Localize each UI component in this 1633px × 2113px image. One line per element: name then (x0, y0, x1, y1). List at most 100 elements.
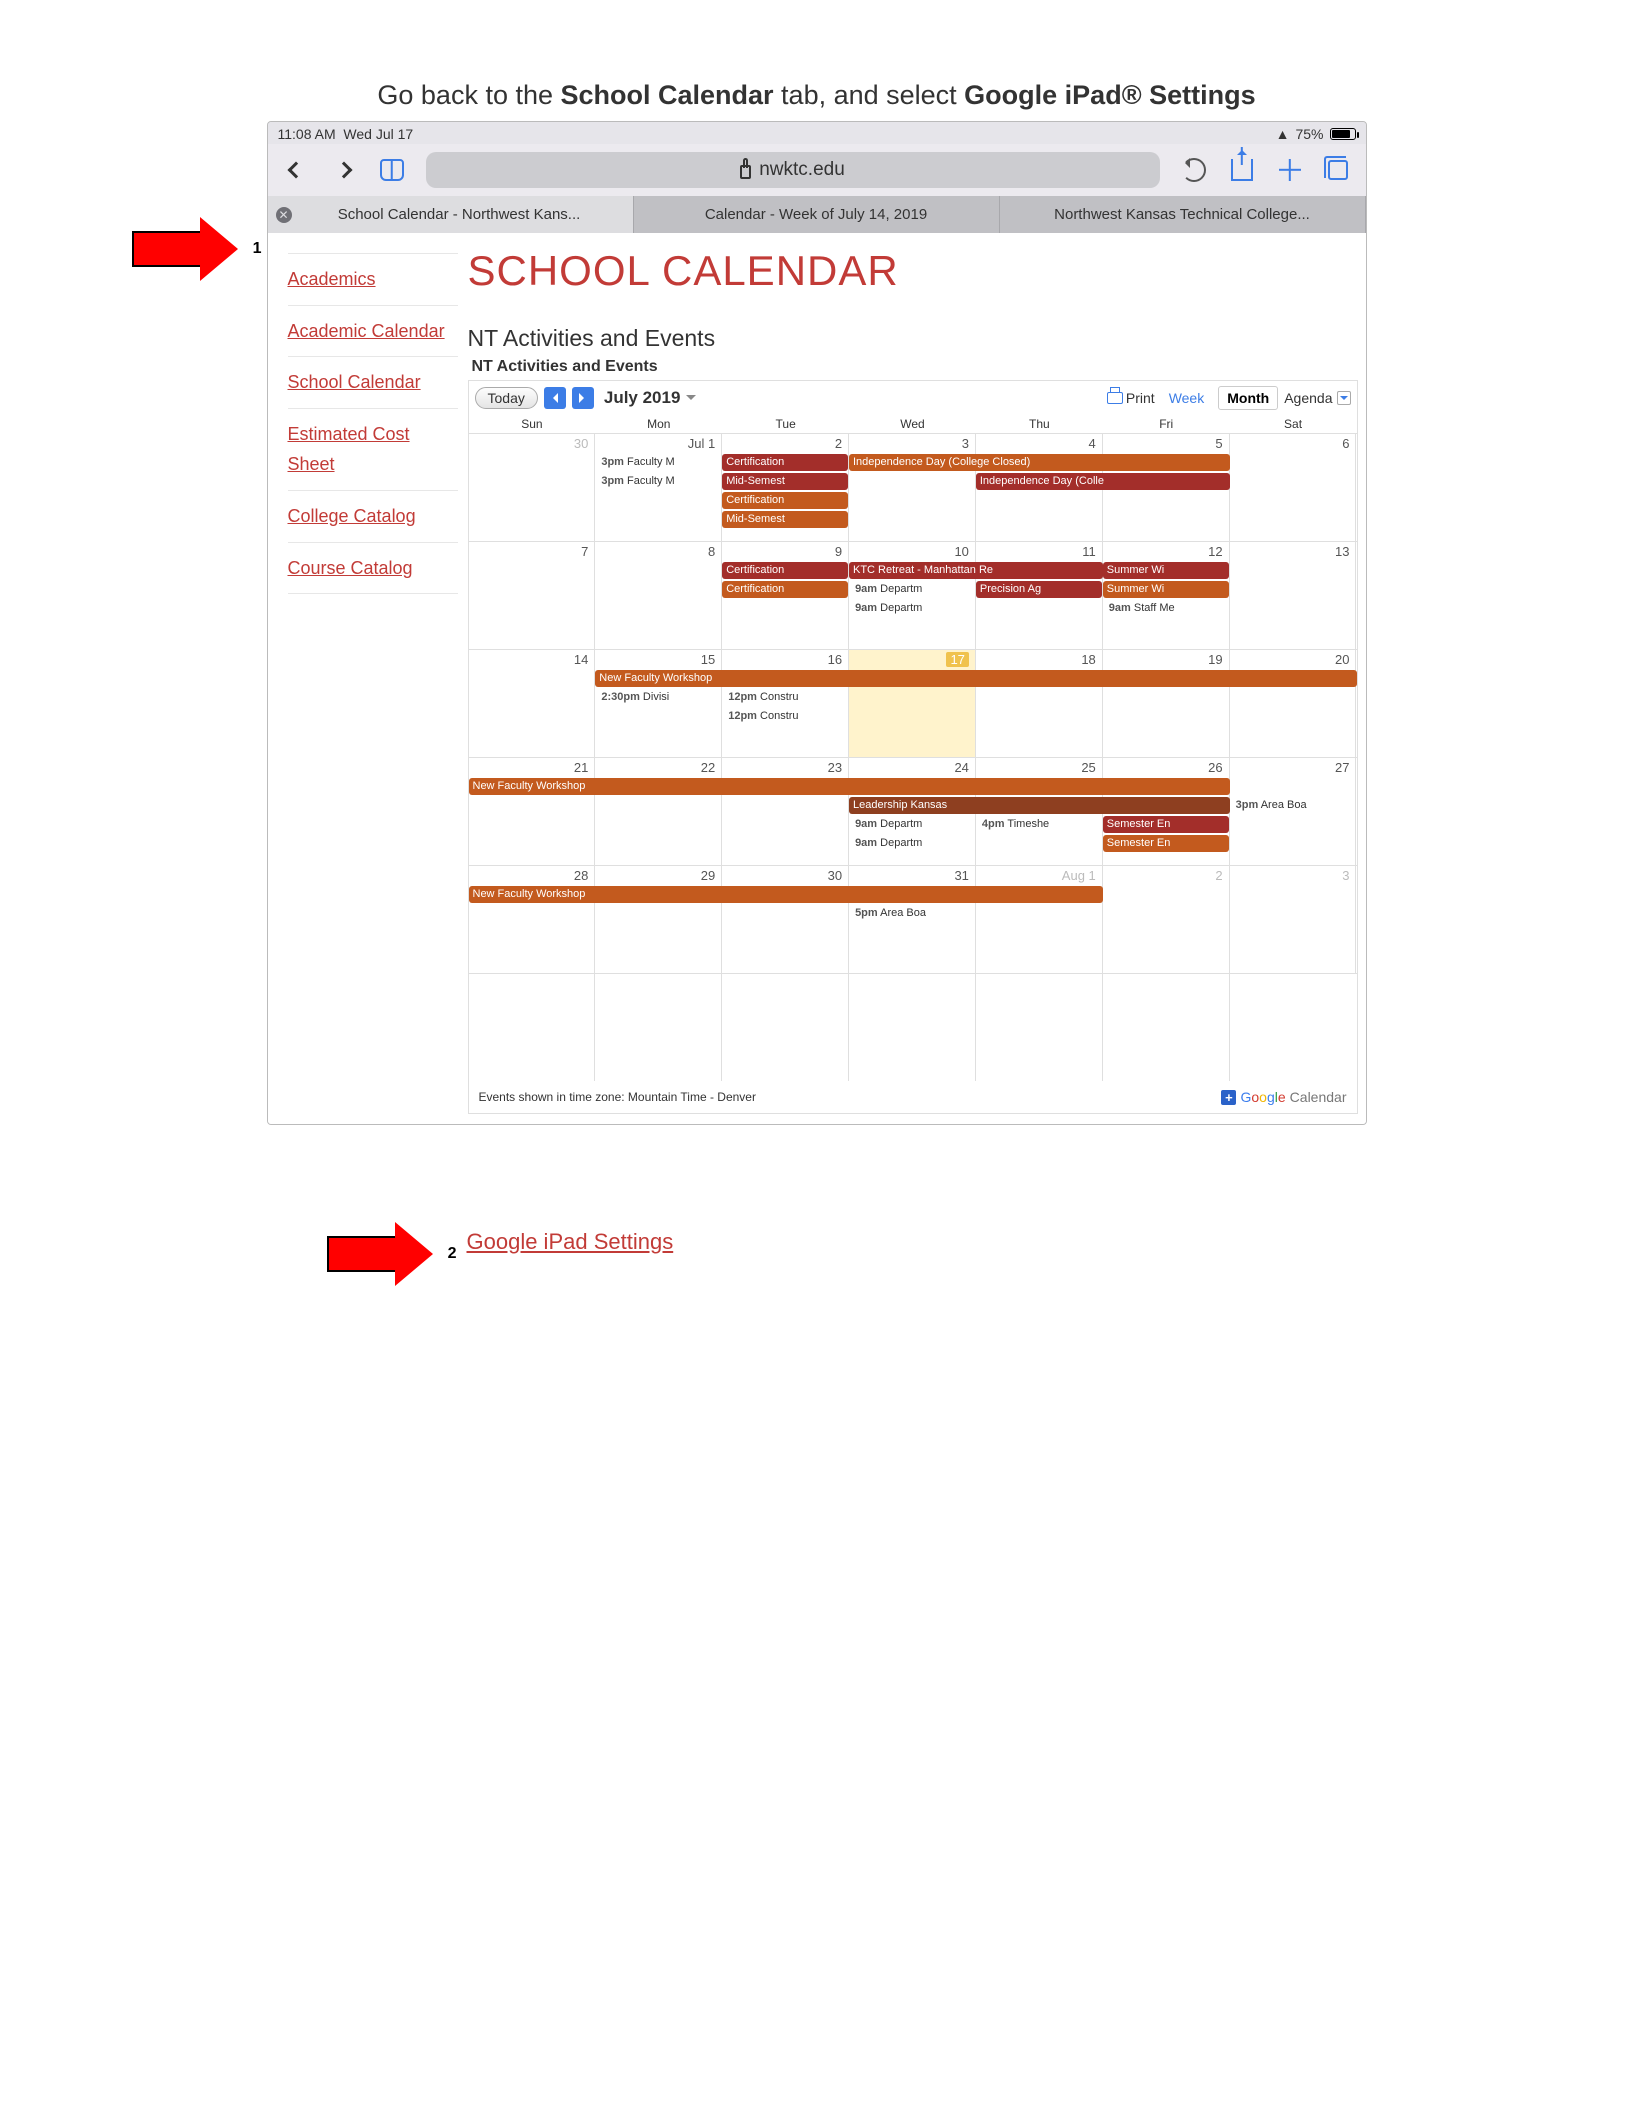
tab-2[interactable]: Northwest Kansas Technical College... (1000, 196, 1366, 233)
week-row: 21 22 23 24 9am Departm 9am Departm 25 4… (469, 757, 1357, 865)
agenda-dropdown-icon (1337, 391, 1351, 405)
event[interactable]: Semester En (1103, 835, 1229, 852)
week-row: 7 8 9 Certification Certification 10 9 (469, 541, 1357, 649)
triangle-right-icon (579, 393, 589, 403)
annotation-arrow-1: 1 (132, 217, 270, 281)
tab-label: School Calendar - Northwest Kans... (338, 206, 581, 223)
bookmarks-button[interactable] (378, 156, 406, 184)
reload-button[interactable] (1180, 156, 1208, 184)
printer-icon (1107, 392, 1123, 404)
event[interactable]: 9am Departm (851, 600, 926, 617)
tab-0[interactable]: ✕ School Calendar - Northwest Kans... (268, 196, 634, 233)
new-tab-button[interactable] (1276, 156, 1304, 184)
event[interactable]: Summer Wi (1103, 581, 1229, 598)
chevron-left-icon (287, 162, 304, 179)
tab-1[interactable]: Calendar - Week of July 14, 2019 (634, 196, 1000, 233)
google-logo: Google (1240, 1089, 1285, 1105)
event[interactable]: New Faculty Workshop (469, 886, 1103, 903)
tab-label: Calendar - Week of July 14, 2019 (705, 206, 927, 223)
tabs-icon (1328, 160, 1348, 180)
day-header: SunMonTueWedThuFriSat (469, 415, 1357, 433)
event[interactable]: 5pm Area Boa (851, 905, 930, 922)
status-bar: 11:08 AM Wed Jul 17 ▲︎ 75% (268, 122, 1366, 144)
event[interactable]: Certification (722, 492, 848, 509)
share-icon (1231, 159, 1253, 181)
triangle-left-icon (548, 393, 558, 403)
today-button[interactable]: Today (475, 387, 538, 409)
nav-academics[interactable]: Academics (288, 253, 458, 305)
event[interactable]: Mid-Semest (722, 511, 848, 528)
instruction-text: Go back to the School Calendar tab, and … (267, 80, 1367, 111)
lock-icon (740, 165, 751, 179)
close-tab-icon[interactable]: ✕ (276, 207, 292, 223)
tab-row: ✕ School Calendar - Northwest Kans... Ca… (268, 196, 1366, 233)
event[interactable]: Certification (722, 454, 848, 471)
month-label[interactable]: July 2019 (604, 388, 697, 408)
view-month[interactable]: Month (1218, 386, 1278, 410)
event[interactable]: 12pm Constru (724, 689, 802, 706)
reload-icon (1182, 158, 1206, 182)
week-row: 30 Jul 1 3pm 3pm Faculty MFaculty M 3pm … (469, 433, 1357, 541)
event[interactable]: 2:30pm Divisi (597, 689, 673, 706)
event[interactable]: 3pm 3pm Faculty MFaculty M (597, 454, 678, 471)
chevron-right-icon (335, 162, 352, 179)
plus-box-icon: + (1221, 1090, 1236, 1105)
event[interactable]: 4pm Timeshe (978, 816, 1053, 833)
section-heading: NT Activities and Events (468, 325, 1358, 352)
event[interactable]: New Faculty Workshop (469, 778, 1230, 795)
back-button[interactable] (282, 156, 310, 184)
tab-label: Northwest Kansas Technical College... (1054, 206, 1310, 223)
tabs-button[interactable] (1324, 156, 1352, 184)
nav-course-catalog[interactable]: Course Catalog (288, 542, 458, 595)
event[interactable]: 3pm Area Boa (1232, 797, 1311, 814)
google-ipad-settings-link[interactable]: Google iPad Settings (467, 1229, 674, 1255)
calendar-embed-title: NT Activities and Events (472, 358, 1358, 376)
book-icon (380, 159, 404, 181)
battery-icon (1330, 128, 1356, 140)
next-month-button[interactable] (572, 387, 594, 409)
nav-academic-calendar[interactable]: Academic Calendar (288, 305, 458, 357)
event[interactable]: Semester En (1103, 816, 1229, 833)
week-row: 28 29 30 31 5pm Area Boa Aug 1 2 3 New F… (469, 865, 1357, 973)
event[interactable]: Independence Day (College Closed) (849, 454, 1230, 471)
ipad-screenshot: 11:08 AM Wed Jul 17 ▲︎ 75% nwktc.edu (267, 121, 1367, 1125)
forward-button[interactable] (330, 156, 358, 184)
google-calendar-badge[interactable]: + Google Calendar (1221, 1089, 1346, 1105)
view-agenda[interactable]: Agenda (1284, 390, 1350, 406)
week-row (469, 973, 1357, 1081)
event[interactable]: Certification (722, 581, 848, 598)
side-nav: Academics Academic Calendar School Calen… (268, 233, 468, 1124)
nav-school-calendar[interactable]: School Calendar (288, 356, 458, 408)
google-calendar-embed: Today July 2019 Print Week Month Agenda … (468, 380, 1358, 1114)
nav-college-catalog[interactable]: College Catalog (288, 490, 458, 542)
url-text: nwktc.edu (759, 159, 845, 181)
event[interactable]: Summer Wi (1103, 562, 1229, 579)
prev-month-button[interactable] (544, 387, 566, 409)
status-time: 11:08 AM Wed Jul 17 (278, 126, 414, 142)
view-week[interactable]: Week (1161, 387, 1213, 409)
share-button[interactable] (1228, 156, 1256, 184)
event[interactable]: New Faculty Workshop (595, 670, 1356, 687)
event[interactable]: 9am Departm (851, 816, 926, 833)
event[interactable]: Independence Day (Colle (976, 473, 1230, 490)
event[interactable]: 9am Departm (851, 581, 926, 598)
timezone-note: Events shown in time zone: Mountain Time… (479, 1090, 756, 1104)
plus-icon (1279, 159, 1301, 181)
print-button[interactable]: Print (1107, 390, 1155, 406)
event[interactable]: Certification (722, 562, 848, 579)
week-row: 14 15 2:30pm Divisi 16 12pm Constru 12pm… (469, 649, 1357, 757)
nav-estimated-cost[interactable]: Estimated Cost Sheet (288, 408, 458, 490)
event[interactable]: 3pm Faculty M (597, 473, 678, 490)
annotation-arrow-2: 2 (327, 1222, 465, 1286)
event[interactable]: 9am Departm (851, 835, 926, 852)
battery-percent: 75% (1295, 126, 1323, 142)
browser-toolbar: nwktc.edu (268, 144, 1366, 196)
url-bar[interactable]: nwktc.edu (426, 152, 1160, 188)
event[interactable]: Precision Ag (976, 581, 1102, 598)
event[interactable]: 9am Staff Me (1105, 600, 1179, 617)
event[interactable]: KTC Retreat - Manhattan Re (849, 562, 1103, 579)
event[interactable]: Leadership Kansas (849, 797, 1230, 814)
dropdown-icon (686, 395, 696, 405)
event[interactable]: Mid-Semest (722, 473, 848, 490)
event[interactable]: 12pm Constru (724, 708, 802, 725)
